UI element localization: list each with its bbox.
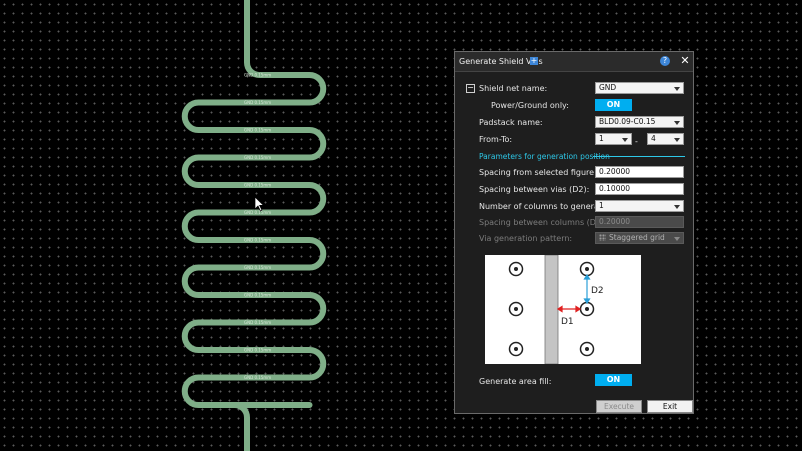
spacing-d2-label: Spacing between vias (D2): <box>479 185 590 194</box>
trace-label: GND 0.15mm <box>244 238 271 243</box>
via-icon <box>508 341 524 357</box>
trace-label: GND 0.15mm <box>244 348 271 353</box>
trace-label: GND 0.15mm <box>244 210 271 215</box>
via-spacing-diagram: D2 D1 <box>485 255 641 364</box>
shield-net-label: Shield net name: <box>479 84 548 93</box>
shield-net-dropdown[interactable]: GND <box>595 82 684 94</box>
trace-label: GND 0.15mm <box>244 100 271 105</box>
to-layer-dropdown[interactable]: 4 <box>647 133 684 145</box>
trace-strip <box>544 255 559 364</box>
pattern-label: Via generation pattern: <box>479 234 573 243</box>
section-divider <box>593 156 685 157</box>
chevron-down-icon <box>674 87 680 91</box>
from-layer-value: 1 <box>599 134 604 143</box>
padstack-value: BLD0.09-C0.15 <box>599 117 656 126</box>
help-icon[interactable]: ? <box>660 56 670 66</box>
chevron-down-icon <box>622 138 628 142</box>
pattern-value: Staggered grid <box>609 233 665 242</box>
pin-icon[interactable]: + <box>530 57 538 65</box>
pattern-dropdown: Staggered grid <box>595 232 684 244</box>
serpentine-trace[interactable] <box>181 0 327 451</box>
d2-label: D2 <box>591 286 604 296</box>
padstack-dropdown[interactable]: BLD0.09-C0.15 <box>595 116 684 128</box>
close-icon[interactable]: ✕ <box>679 54 691 68</box>
via-icon <box>579 341 595 357</box>
trace-label: GND 0.15mm <box>244 73 271 78</box>
mouse-cursor-icon <box>254 196 265 212</box>
power-ground-toggle[interactable]: ON <box>595 99 632 111</box>
area-fill-label: Generate area fill: <box>479 377 552 386</box>
chevron-down-icon <box>674 205 680 209</box>
from-to-label: From-To: <box>479 135 513 144</box>
via-icon <box>508 301 524 317</box>
via-icon <box>579 261 595 277</box>
shield-net-value: GND <box>599 83 617 92</box>
chevron-down-icon <box>674 237 680 241</box>
columns-dropdown[interactable]: 1 <box>595 200 684 212</box>
from-to-separator: - <box>635 137 638 146</box>
execute-button[interactable]: Execute <box>596 400 642 413</box>
spacing-d3-input: 0.20000 <box>595 216 684 228</box>
trace-label: GND 0.15mm <box>244 320 271 325</box>
chevron-down-icon <box>674 121 680 125</box>
columns-label: Number of columns to generate: <box>479 202 610 211</box>
padstack-label: Padstack name: <box>479 118 543 127</box>
trace-label: GND 0.15mm <box>244 128 271 133</box>
d1-label: D1 <box>561 317 574 327</box>
power-ground-label: Power/Ground only: <box>491 101 569 110</box>
trace-label: GND 0.15mm <box>244 155 271 160</box>
exit-button[interactable]: Exit <box>647 400 693 413</box>
via-icon <box>579 301 595 317</box>
trace-label: GND 0.15mm <box>244 265 271 270</box>
columns-value: 1 <box>599 201 604 210</box>
section-title-generation-position: Parameters for generation position <box>479 152 610 161</box>
generate-shield-vias-dialog: Generate Shield Vias + ? ✕ − Shield net … <box>454 51 694 414</box>
to-layer-value: 4 <box>651 134 656 143</box>
staggered-grid-icon <box>599 234 606 241</box>
via-icon <box>508 261 524 277</box>
spacing-d3-label: Spacing between columns (D3): <box>479 218 607 227</box>
trace-label: GND 0.15mm <box>244 293 271 298</box>
trace-labels: GND 0.15mm GND 0.15mm GND 0.15mm GND 0.15mm… <box>244 73 271 381</box>
trace-label: GND 0.15mm <box>244 375 271 380</box>
spacing-d2-input[interactable]: 0.10000 <box>595 183 684 195</box>
collapse-section-icon[interactable]: − <box>466 84 475 93</box>
area-fill-toggle[interactable]: ON <box>595 374 632 386</box>
from-layer-dropdown[interactable]: 1 <box>595 133 632 145</box>
trace-label: GND 0.15mm <box>244 183 271 188</box>
spacing-d1-input[interactable]: 0.20000 <box>595 166 684 178</box>
chevron-down-icon <box>674 138 680 142</box>
dialog-titlebar[interactable]: Generate Shield Vias + ? ✕ <box>455 52 693 72</box>
